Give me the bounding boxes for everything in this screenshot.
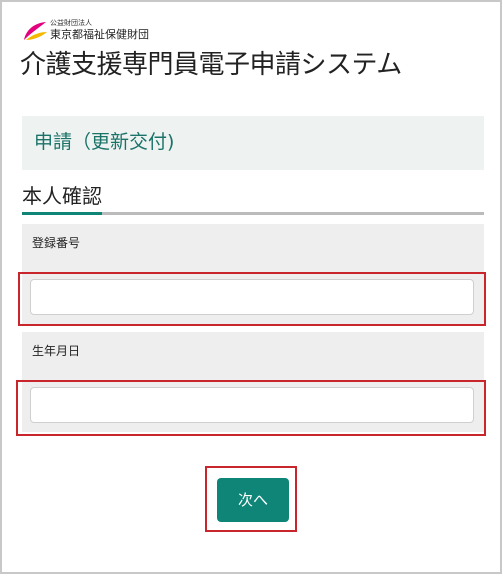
leaf-logo-icon	[24, 22, 47, 40]
birthdate-input[interactable]	[30, 387, 474, 423]
next-button[interactable]: 次へ	[217, 478, 289, 522]
section-title: 申請（更新交付)	[34, 131, 175, 153]
app-window: 公益財団法人 東京都福祉保健財団 介護支援専門員電子申請システム 申請（更新交付…	[0, 0, 502, 574]
registration-number-input[interactable]	[30, 279, 474, 315]
registration-number-label: 登録番号	[32, 236, 81, 250]
subheading: 本人確認	[22, 184, 102, 208]
subheading-underline	[22, 212, 484, 215]
field-label-band-birthdate: 生年月日	[22, 332, 484, 378]
organization-prefix: 公益財団法人	[50, 19, 92, 27]
section-header: 申請（更新交付)	[22, 116, 484, 170]
organization-name: 東京都福祉保健財団	[50, 28, 149, 41]
field-row-birthdate	[22, 378, 484, 432]
field-row-registration	[22, 270, 484, 324]
birthdate-label: 生年月日	[32, 344, 81, 358]
field-label-band-registration: 登録番号	[22, 224, 484, 270]
subheading-underline-accent	[22, 212, 102, 215]
system-title: 介護支援専門員電子申請システム	[20, 50, 402, 80]
